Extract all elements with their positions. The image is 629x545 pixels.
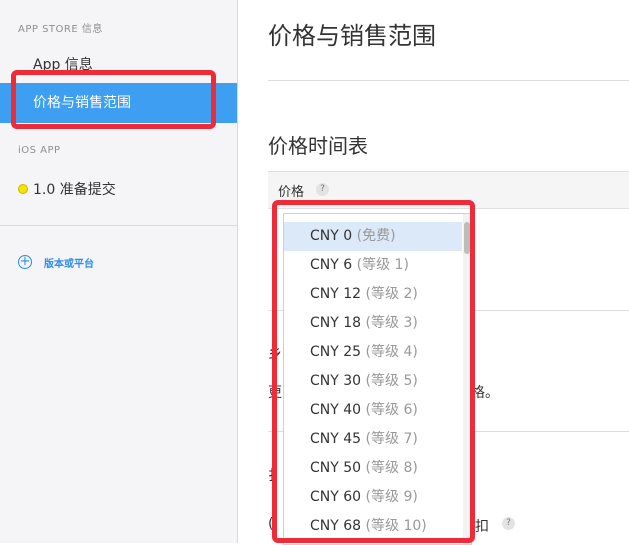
option-price: CNY 45 — [310, 431, 362, 447]
option-price: CNY 12 — [310, 286, 362, 302]
option-price: CNY 60 — [310, 489, 362, 505]
dropdown-option[interactable]: CNY 30 (等级 5) — [284, 367, 462, 396]
option-tier: (等级 5) — [365, 373, 418, 389]
dropdown-option[interactable]: CNY 50 (等级 8) — [284, 454, 462, 483]
dropdown-option[interactable]: CNY 0 (免费) — [284, 222, 462, 251]
option-tier: (等级 3) — [365, 315, 418, 331]
partial-text: 扣 — [475, 519, 489, 535]
section-title: 价格时间表 — [268, 134, 368, 158]
option-price: CNY 25 — [310, 344, 362, 360]
price-table-header: 价格 ? — [268, 171, 629, 209]
partial-text: ( — [268, 516, 274, 532]
plus-circle-icon: + — [18, 254, 32, 269]
dropdown-option[interactable]: CNY 18 (等级 3) — [284, 309, 462, 338]
help-icon[interactable]: ? — [502, 517, 515, 530]
dropdown-option[interactable]: CNY 60 (等级 9) — [284, 483, 462, 512]
option-price: CNY 0 — [310, 228, 353, 244]
option-price: CNY 68 — [310, 518, 362, 534]
add-platform-label: 版本或平台 — [44, 258, 94, 270]
scrollbar-thumb[interactable] — [464, 222, 470, 254]
option-price: CNY 40 — [310, 402, 362, 418]
sidebar-item-pricing[interactable]: 价格与销售范围 — [0, 83, 237, 123]
option-price: CNY 18 — [310, 315, 362, 331]
option-tier: (等级 7) — [365, 431, 418, 447]
partial-text: 更 — [268, 385, 282, 401]
dropdown-option[interactable]: CNY 12 (等级 2) — [284, 280, 462, 309]
dropdown-option[interactable]: CNY 25 (等级 4) — [284, 338, 462, 367]
sidebar-item-version[interactable]: 1.0 准备提交 — [0, 179, 237, 199]
option-tier: (免费) — [356, 228, 396, 244]
option-tier: (等级 1) — [356, 257, 409, 273]
dropdown-option[interactable]: CNY 45 (等级 7) — [284, 425, 462, 454]
dropdown-option[interactable]: CNY 68 (等级 10) — [284, 512, 462, 541]
add-platform-button[interactable]: + 版本或平台 — [18, 253, 94, 271]
option-tier: (等级 9) — [365, 489, 418, 505]
option-tier: (等级 8) — [365, 460, 418, 476]
help-icon[interactable]: ? — [316, 183, 329, 196]
dropdown-option[interactable]: CNY 6 (等级 1) — [284, 251, 462, 280]
title-divider — [268, 80, 629, 81]
option-tier: (等级 2) — [365, 286, 418, 302]
page-title: 价格与销售范围 — [268, 22, 436, 50]
partial-text: 格。 — [471, 385, 499, 401]
section-title-ios-app: iOS APP — [18, 145, 61, 156]
dropdown-scrollbar[interactable] — [463, 214, 471, 544]
section-title-app-store: APP STORE 信息 — [18, 24, 103, 35]
option-tier: (等级 4) — [365, 344, 418, 360]
partial-text: 乡 — [268, 346, 282, 362]
partial-text: 扌 — [268, 468, 282, 484]
price-column-header: 价格 — [278, 185, 305, 200]
sidebar: APP STORE 信息 App 信息 价格与销售范围 iOS APP 1.0 … — [0, 0, 238, 543]
option-tier: (等级 6) — [365, 402, 418, 418]
dropdown-option[interactable]: CNY 40 (等级 6) — [284, 396, 462, 425]
option-price: CNY 30 — [310, 373, 362, 389]
price-tier-dropdown[interactable]: CNY 0 (免费) CNY 6 (等级 1) CNY 12 (等级 2) CNY 1… — [283, 213, 472, 545]
sidebar-divider — [0, 225, 237, 226]
option-price: CNY 50 — [310, 460, 362, 476]
sidebar-item-app-info[interactable]: App 信息 — [0, 54, 237, 74]
option-tier: (等级 10) — [365, 518, 427, 534]
option-price: CNY 6 — [310, 257, 353, 273]
